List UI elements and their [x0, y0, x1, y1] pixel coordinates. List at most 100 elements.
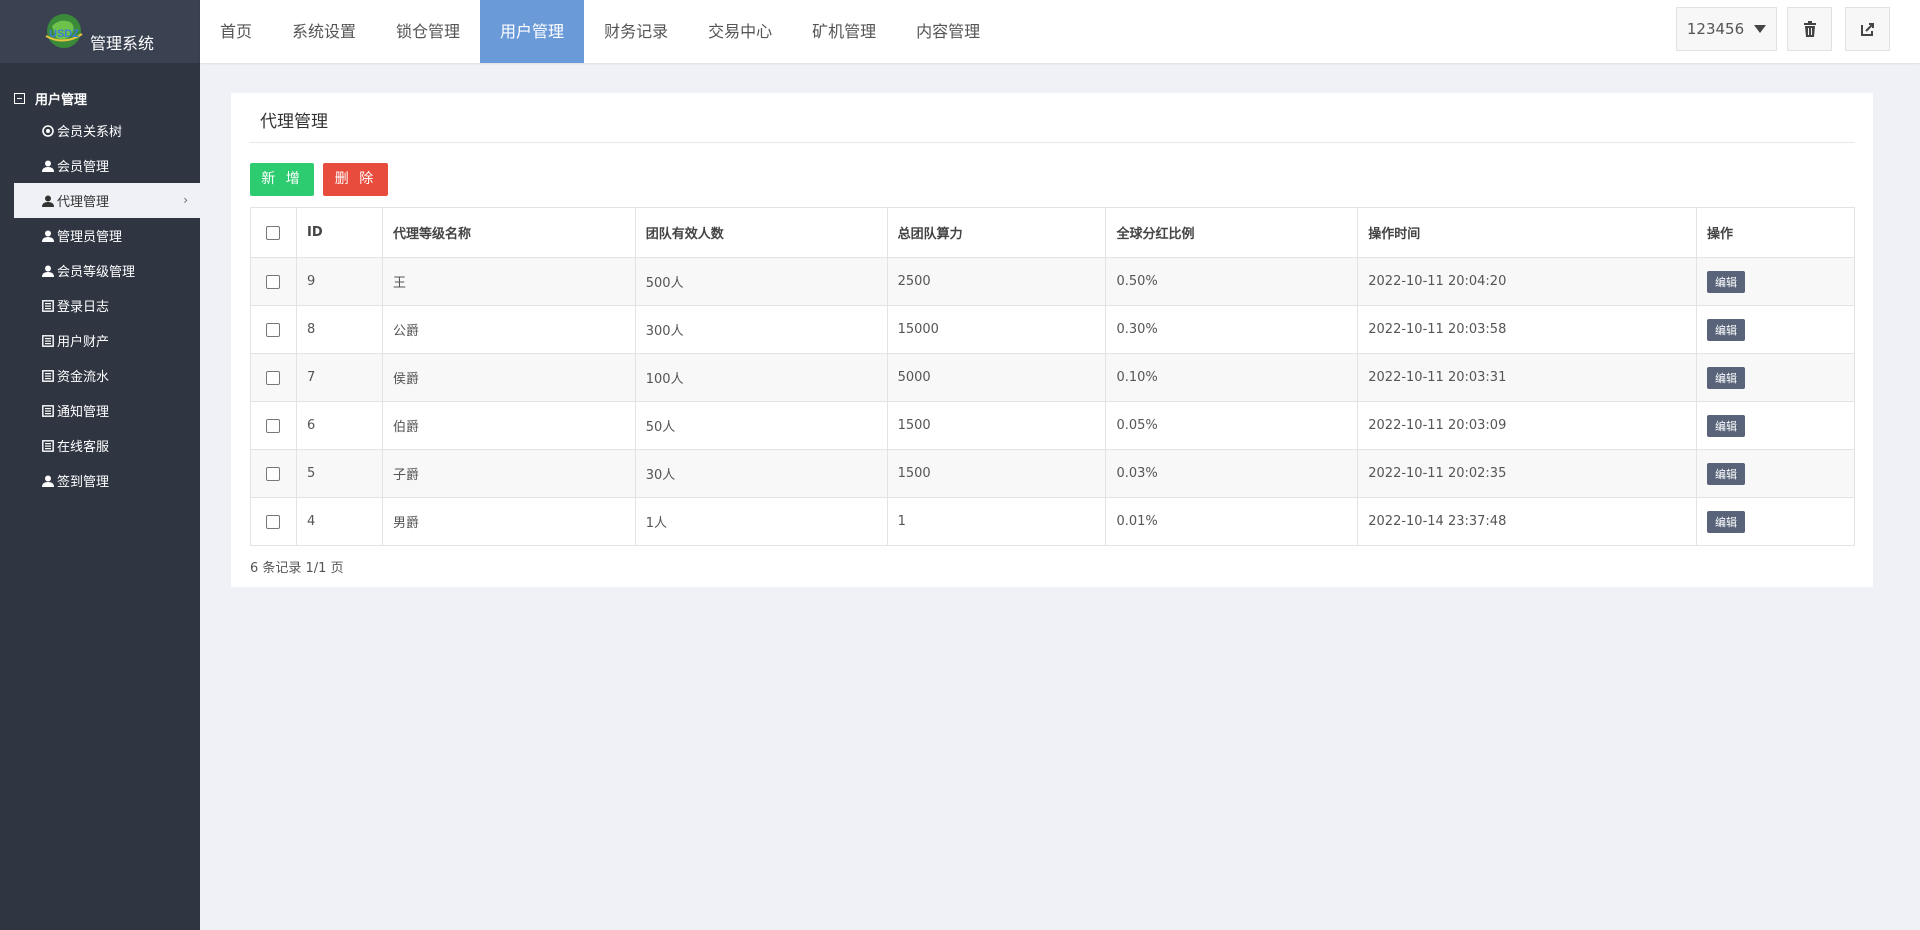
header-select-cell: [250, 207, 297, 258]
sidebar-item-label: 会员关系树: [57, 125, 123, 140]
table-row: 8 公爵 300人 15000 0.30% 2022-10-11 20:03:58 编辑: [250, 305, 1855, 354]
sidebar-item[interactable]: 资金流水: [0, 358, 200, 393]
nav-group-header[interactable]: 用户管理: [0, 83, 200, 113]
sidebar-item-label: 通知管理: [57, 405, 110, 420]
cell-team-members: 100人: [634, 353, 888, 402]
select-cell: [250, 353, 297, 402]
list-icon: [41, 369, 54, 382]
cell-team-members: 50人: [634, 401, 888, 450]
cell-time: 2022-10-11 20:04:20: [1357, 257, 1698, 306]
cell-time: 2022-10-11 20:03:09: [1357, 401, 1698, 450]
row-checkbox[interactable]: [266, 418, 280, 433]
row-checkbox[interactable]: [266, 370, 280, 385]
actions-cell: 编辑: [1696, 257, 1855, 306]
actions-cell: 编辑: [1696, 305, 1855, 354]
row-checkbox[interactable]: [266, 274, 280, 289]
sidebar-item[interactable]: 会员管理: [0, 148, 200, 183]
clear-cache-button[interactable]: [1787, 7, 1832, 51]
cell-dividend-ratio: 0.50%: [1105, 257, 1359, 306]
cell-time: 2022-10-11 20:02:35: [1357, 449, 1698, 498]
col-header-time: 操作时间: [1357, 207, 1698, 258]
table-row: 4 男爵 1人 1 0.01% 2022-10-14 23:37:48 编辑: [250, 497, 1855, 546]
cell-level-name: 伯爵: [381, 401, 636, 450]
edit-button[interactable]: 编辑: [1707, 366, 1746, 389]
top-tab[interactable]: 用户管理: [480, 0, 585, 63]
cell-team-power: 1500: [886, 449, 1107, 498]
sidebar-item[interactable]: 会员关系树: [0, 113, 200, 148]
top-tab[interactable]: 财务记录: [584, 0, 688, 63]
row-checkbox[interactable]: [266, 466, 280, 481]
cell-dividend-ratio: 0.30%: [1105, 305, 1359, 354]
cell-time: 2022-10-11 20:03:31: [1357, 353, 1698, 402]
cell-level-name: 子爵: [381, 449, 636, 498]
cell-time: 2022-10-14 23:37:48: [1357, 497, 1698, 546]
user-icon: [41, 194, 54, 207]
cell-team-power: 2500: [886, 257, 1107, 306]
page-title: 代理管理: [260, 112, 328, 132]
content-panel: 代理管理 新 增 删 除 ID 代理等级名称 团队有效人数 总团队算力 全球分红…: [231, 93, 1873, 587]
target-icon: [41, 124, 54, 137]
cell-team-members: 30人: [634, 449, 888, 498]
add-button[interactable]: 新 增: [250, 163, 314, 196]
edit-button[interactable]: 编辑: [1707, 318, 1746, 341]
sidebar: USDZ 管理系统 用户管理 会员关系树会员管理代理管理 › 管理员管理 会员等级管理…: [0, 0, 200, 930]
sidebar-item[interactable]: 登录日志: [0, 288, 200, 323]
col-header-team-power: 总团队算力: [886, 207, 1107, 258]
actions-cell: 编辑: [1696, 497, 1855, 546]
logo: USDZ 管理系统: [0, 0, 200, 63]
chevron-right-icon: ›: [183, 193, 188, 207]
nav-group-label: 用户管理: [35, 92, 88, 108]
sidebar-item[interactable]: 用户财产: [0, 323, 200, 358]
list-icon: [41, 299, 54, 312]
user-name: 123456: [1686, 20, 1745, 38]
divider: [249, 142, 1855, 143]
sidebar-item-label: 资金流水: [57, 370, 110, 385]
top-tab[interactable]: 矿机管理: [792, 0, 896, 63]
cell-id: 8: [295, 305, 383, 354]
sidebar-item[interactable]: 签到管理: [0, 463, 200, 498]
sidebar-item[interactable]: 在线客服: [0, 428, 200, 463]
top-tab[interactable]: 系统设置: [272, 0, 376, 63]
row-checkbox[interactable]: [266, 322, 280, 337]
sidebar-item[interactable]: 会员等级管理: [0, 253, 200, 288]
app-title: 管理系统: [90, 34, 155, 53]
trash-icon: [1803, 21, 1816, 37]
col-header-level-name: 代理等级名称: [381, 207, 636, 258]
sidebar-item[interactable]: 代理管理 ›: [14, 183, 200, 218]
table-row: 6 伯爵 50人 1500 0.05% 2022-10-11 20:03:09 编辑: [250, 401, 1855, 450]
list-icon: [41, 334, 54, 347]
cell-level-name: 公爵: [381, 305, 636, 354]
logout-button[interactable]: [1845, 7, 1890, 51]
delete-button[interactable]: 删 除: [323, 163, 388, 196]
row-checkbox[interactable]: [266, 514, 280, 529]
top-tab[interactable]: 交易中心: [688, 0, 792, 63]
edit-button[interactable]: 编辑: [1707, 510, 1746, 533]
collapse-icon: [14, 92, 25, 104]
top-tab[interactable]: 内容管理: [896, 0, 1000, 63]
top-tab[interactable]: 锁仓管理: [376, 0, 480, 63]
cell-time: 2022-10-11 20:03:58: [1357, 305, 1698, 354]
sidebar-item[interactable]: 管理员管理: [0, 218, 200, 253]
edit-button[interactable]: 编辑: [1707, 462, 1746, 485]
col-header-team-members: 团队有效人数: [634, 207, 888, 258]
sidebar-item-label: 在线客服: [57, 440, 110, 455]
cell-team-power: 15000: [886, 305, 1107, 354]
user-dropdown[interactable]: 123456: [1676, 7, 1777, 51]
sidebar-item[interactable]: 通知管理: [0, 393, 200, 428]
agent-table: ID 代理等级名称 团队有效人数 总团队算力 全球分红比例 操作时间 操作 9王…: [250, 207, 1855, 546]
record-count: 6 条记录 1/1 页: [250, 561, 344, 576]
edit-button[interactable]: 编辑: [1707, 270, 1746, 293]
cell-dividend-ratio: 0.10%: [1105, 353, 1359, 402]
cell-id: 5: [295, 449, 383, 498]
select-all-checkbox[interactable]: [266, 225, 280, 240]
sidebar-item-label: 登录日志: [57, 300, 110, 315]
edit-button[interactable]: 编辑: [1707, 414, 1746, 437]
top-tab[interactable]: 首页: [200, 0, 272, 63]
cell-id: 7: [295, 353, 383, 402]
sidebar-item-label: 签到管理: [57, 475, 110, 490]
sidebar-item-label: 会员管理: [57, 160, 110, 175]
actions-cell: 编辑: [1696, 353, 1855, 402]
cell-level-name: 王: [381, 257, 636, 306]
top-navbar: 首页 系统设置 锁仓管理 用户管理 财务记录 交易中心 矿机管理 内容管理 123456: [200, 0, 1920, 63]
actions-cell: 编辑: [1696, 449, 1855, 498]
